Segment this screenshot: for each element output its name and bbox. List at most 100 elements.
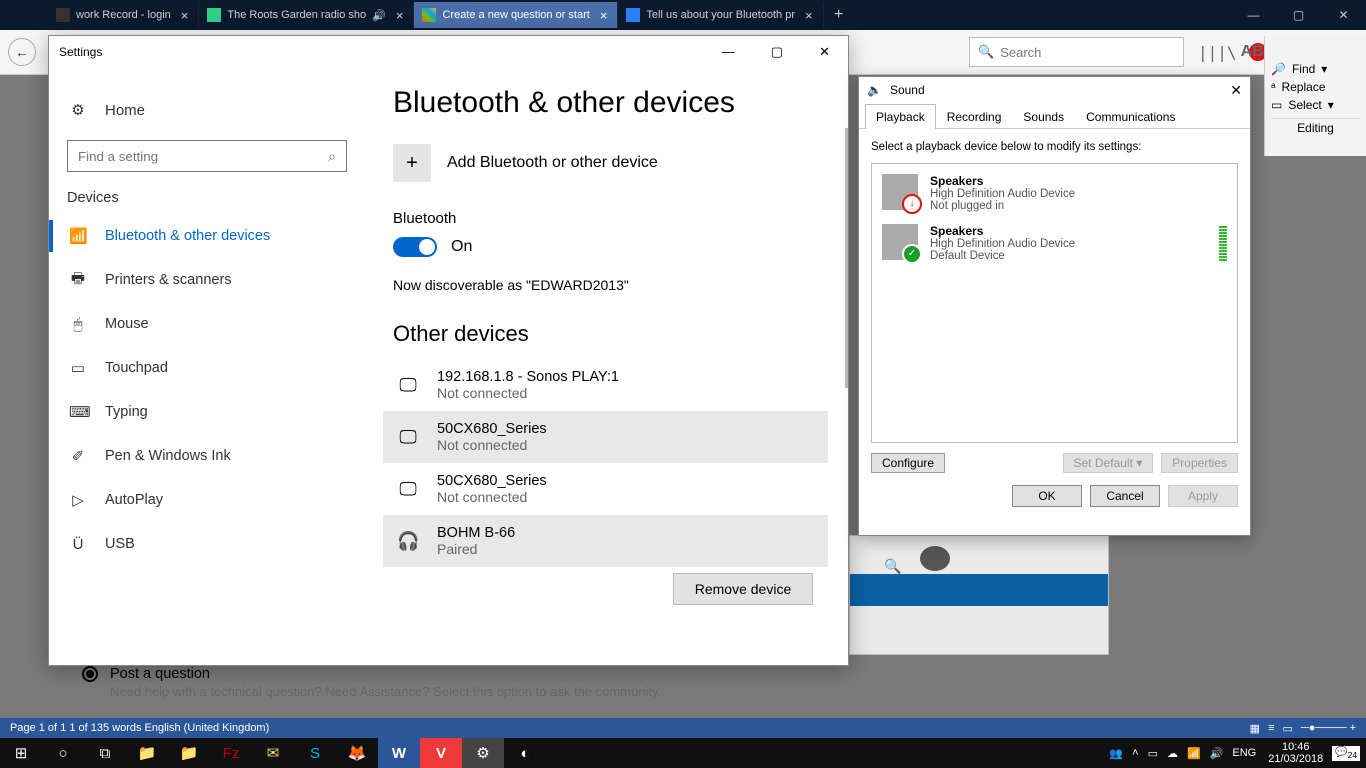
replace-button[interactable]: ᵃReplace (1271, 78, 1360, 96)
new-tab-button[interactable]: + (824, 6, 854, 24)
minimize-button[interactable]: — (714, 40, 743, 64)
pen-icon: ✐ (69, 447, 87, 465)
editing-group-label: Editing (1271, 118, 1360, 137)
nav-usb[interactable]: ÜUSB (65, 522, 369, 566)
tab-recording[interactable]: Recording (936, 104, 1013, 129)
settings-search[interactable]: ⌕ (67, 140, 347, 172)
home-label: Home (105, 102, 145, 119)
device-icon: 🖵 (397, 427, 419, 448)
sound-titlebar: 🔈 Sound ✕ (859, 77, 1250, 103)
taskbar-app-skype[interactable]: S (294, 738, 336, 768)
bluetooth-label: Bluetooth (393, 210, 828, 227)
taskbar-app-vivaldi[interactable]: V (420, 738, 462, 768)
device-sonos[interactable]: 🖵 192.168.1.8 - Sonos PLAY:1Not connecte… (383, 359, 828, 411)
mouse-icon: 🖱 (69, 316, 87, 333)
start-button[interactable]: ⊞ (0, 738, 42, 768)
word-editing-group: 🔎Find▾ ᵃReplace ▭Select▾ Editing (1264, 36, 1366, 156)
close-icon[interactable]: × (394, 8, 406, 23)
properties-button[interactable]: Properties (1161, 453, 1238, 473)
printer-icon: 🖶 (69, 268, 87, 293)
taskbar-app-filezilla[interactable]: Fz (210, 738, 252, 768)
taskbar-app-explorer-2[interactable]: 📁 (168, 738, 210, 768)
cortana-button[interactable]: ○ (42, 738, 84, 768)
tab-bluetooth[interactable]: Tell us about your Bluetooth pr × (618, 2, 823, 28)
settings-titlebar: Settings — ▢ ✕ (49, 36, 848, 68)
volume-icon[interactable]: 🔊 (1207, 747, 1227, 760)
gear-icon: ⚙ (69, 101, 87, 119)
radio-selected-icon[interactable] (82, 666, 98, 682)
view-icon[interactable]: ▦ (1250, 722, 1260, 735)
taskbar-app-settings[interactable]: ⚙ (462, 738, 504, 768)
scrollbar[interactable] (845, 128, 848, 388)
back-button[interactable]: ← (8, 38, 36, 66)
nav-pen[interactable]: ✐Pen & Windows Ink (65, 434, 369, 478)
tab-roots-garden[interactable]: The Roots Garden radio sho 🔊 × (199, 2, 414, 28)
speaker-icon[interactable]: 🔊 (372, 9, 386, 22)
nav-mouse[interactable]: 🖱Mouse (65, 302, 369, 346)
select-button[interactable]: ▭Select▾ (1271, 96, 1360, 114)
clock[interactable]: 10:46 21/03/2018 (1262, 741, 1329, 765)
battery-icon[interactable]: ▭ (1145, 747, 1161, 760)
people-icon[interactable]: 👥 (1106, 747, 1126, 760)
taskbar-app-word[interactable]: W (378, 738, 420, 768)
playback-device-unplugged[interactable]: Speakers High Definition Audio Device No… (876, 168, 1233, 218)
post-question-option[interactable]: Post a question Need help with a technic… (82, 666, 661, 699)
view-icon[interactable]: ≡ (1268, 722, 1274, 734)
cancel-button[interactable]: Cancel (1090, 485, 1160, 507)
remove-device-button[interactable]: Remove device (673, 573, 813, 605)
taskbar-app-generic[interactable]: ◐ (504, 738, 546, 768)
library-icon[interactable]: |||\ (1198, 43, 1237, 62)
close-icon[interactable]: × (179, 8, 191, 23)
action-center-icon[interactable]: 💬24 (1332, 746, 1360, 761)
taskbar-app-mail[interactable]: ✉ (252, 738, 294, 768)
search-box[interactable]: 🔍 Search (969, 37, 1184, 67)
nav-touchpad[interactable]: ▭Touchpad (65, 346, 369, 390)
view-icon[interactable]: ▭ (1283, 722, 1293, 735)
device-50cx680-b[interactable]: 🖵 50CX680_SeriesNot connected (383, 463, 828, 515)
speaker-icon (882, 174, 918, 210)
tab-create-question[interactable]: Create a new question or start × (414, 2, 618, 28)
maximize-button[interactable]: ▢ (1276, 0, 1321, 30)
language-indicator[interactable]: ENG (1229, 747, 1259, 759)
tab-communications[interactable]: Communications (1075, 104, 1186, 129)
tray-chevron-icon[interactable]: ˄ (1129, 747, 1141, 759)
wifi-icon[interactable]: 📶 (1184, 747, 1204, 760)
nav-autoplay[interactable]: ▷AutoPlay (65, 478, 369, 522)
close-icon[interactable]: × (803, 8, 815, 23)
settings-nav: ⚙ Home ⌕ Devices 📶Bluetooth & other devi… (49, 68, 369, 665)
find-button[interactable]: 🔎Find▾ (1271, 60, 1360, 78)
nav-bluetooth[interactable]: 📶Bluetooth & other devices (65, 214, 369, 258)
device-50cx680-a[interactable]: 🖵 50CX680_SeriesNot connected (383, 411, 828, 463)
taskbar-app-firefox[interactable]: 🦊 (336, 738, 378, 768)
playback-device-default[interactable]: Speakers High Definition Audio Device De… (876, 218, 1233, 268)
nav-typing[interactable]: ⌨Typing (65, 390, 369, 434)
maximize-button[interactable]: ▢ (763, 40, 791, 64)
taskbar-app-explorer[interactable]: 📁 (126, 738, 168, 768)
tab-sounds[interactable]: Sounds (1012, 104, 1075, 129)
configure-button[interactable]: Configure (871, 453, 945, 473)
close-button[interactable]: ✕ (1321, 0, 1366, 30)
bluetooth-toggle[interactable] (393, 237, 437, 257)
nav-printers[interactable]: 🖶Printers & scanners (65, 258, 369, 302)
task-view-button[interactable]: ⧉ (84, 738, 126, 768)
zoom-slider[interactable]: ─●──── + (1301, 722, 1356, 734)
nav-group-devices: Devices (67, 190, 369, 206)
close-button[interactable]: ✕ (1230, 82, 1242, 99)
ok-button[interactable]: OK (1012, 485, 1082, 507)
device-icon: 🖵 (397, 479, 419, 500)
apply-button[interactable]: Apply (1168, 485, 1238, 507)
tab-playback[interactable]: Playback (865, 104, 936, 129)
close-icon[interactable]: × (598, 8, 610, 23)
sound-tabs: Playback Recording Sounds Communications (859, 103, 1250, 129)
tab-work-record[interactable]: work Record - login × (48, 2, 199, 28)
playback-device-list[interactable]: Speakers High Definition Audio Device No… (871, 163, 1238, 443)
close-button[interactable]: ✕ (811, 40, 838, 64)
minimize-button[interactable]: — (1231, 0, 1276, 30)
set-default-button[interactable]: Set Default ▾ (1063, 453, 1154, 473)
add-device-row[interactable]: + Add Bluetooth or other device (393, 144, 828, 182)
nav-home[interactable]: ⚙ Home (65, 88, 369, 132)
onedrive-icon[interactable]: ☁ (1164, 747, 1181, 760)
device-bohm-b66[interactable]: 🎧 BOHM B-66Paired (383, 515, 828, 567)
plus-icon: + (393, 144, 431, 182)
settings-search-input[interactable] (78, 149, 320, 164)
